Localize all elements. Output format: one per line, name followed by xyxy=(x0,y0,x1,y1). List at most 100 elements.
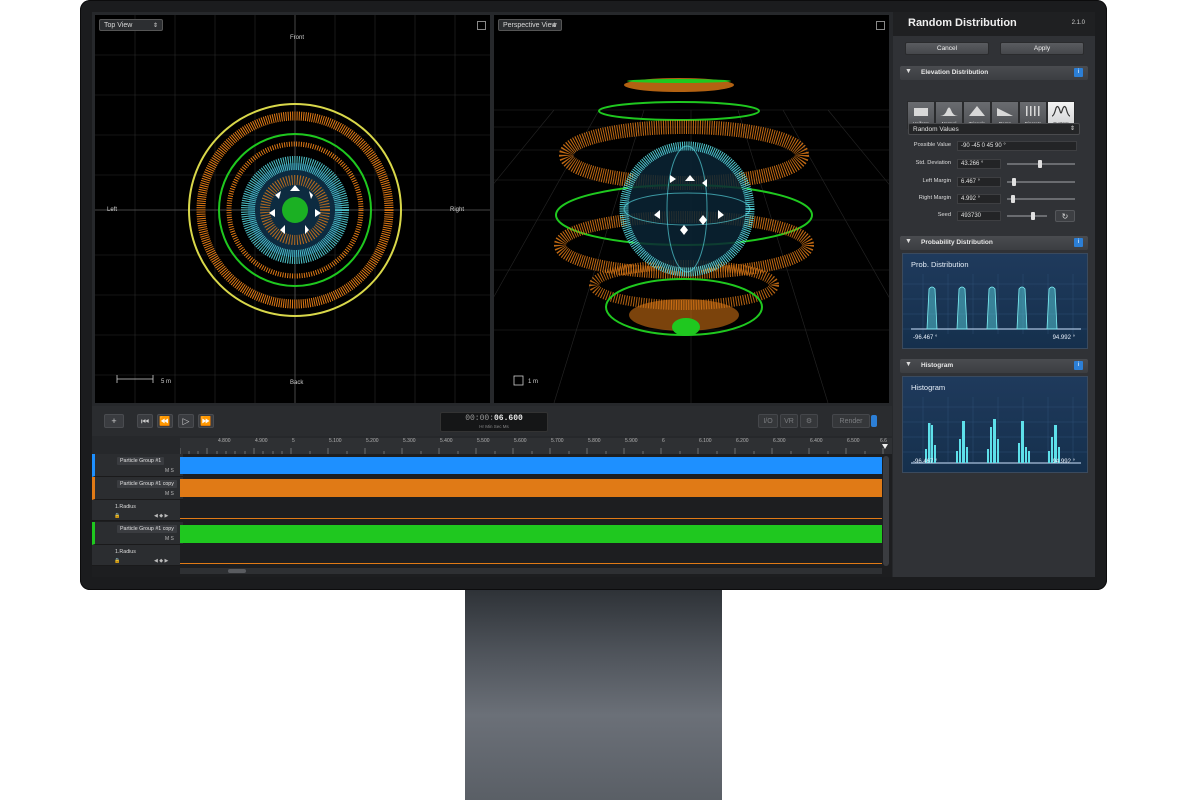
mute-solo-buttons[interactable]: M S xyxy=(165,536,174,542)
front-label: Front xyxy=(290,35,305,41)
back-label: Back xyxy=(290,380,304,386)
left-label: Left xyxy=(107,207,118,213)
ruler-label: 5.100 xyxy=(329,438,342,444)
scale-label: 1 m xyxy=(528,379,539,385)
top-viewport[interactable]: Top View ⇕ Front Back Left Right 5 m xyxy=(95,15,490,403)
horizontal-scrollbar[interactable] xyxy=(180,568,882,574)
right-label: Right xyxy=(450,207,465,213)
sub-track-name: 1.Radius xyxy=(115,504,136,510)
scroll-thumb[interactable] xyxy=(228,569,246,573)
left-margin-input[interactable]: 6.467 ° xyxy=(957,177,1001,187)
mute-solo-buttons[interactable]: M S xyxy=(165,491,174,497)
ruler-label: 5 xyxy=(292,438,295,444)
right-margin-label: Right Margin xyxy=(918,195,951,201)
track-header[interactable]: Particle Group #1 M S xyxy=(92,454,183,477)
track-clip[interactable] xyxy=(180,525,882,543)
slider-knob[interactable] xyxy=(1011,195,1015,203)
render-toggle[interactable] xyxy=(871,415,877,427)
mode-dropdown[interactable]: Random Values ⇕ xyxy=(908,123,1080,135)
track-name: Particle Group #1 copy xyxy=(117,480,177,488)
std-deviation-label: Std. Deviation xyxy=(915,160,951,166)
info-icon[interactable]: i xyxy=(1074,361,1083,370)
chart-min-label: -96.467 ° xyxy=(913,459,938,465)
section-title: Probability Distribution xyxy=(921,239,993,246)
ruler-label: 4.900 xyxy=(255,438,268,444)
elevation-section-header[interactable]: ▼ Elevation Distribution i xyxy=(900,66,1088,80)
vr-button[interactable]: VR xyxy=(780,414,798,428)
seed-slider[interactable] xyxy=(1007,215,1047,217)
slider-knob[interactable] xyxy=(1012,178,1016,186)
lock-icon[interactable]: 🔒 xyxy=(114,558,120,564)
triangle-icon xyxy=(969,106,985,116)
ruler-label: 5.900 xyxy=(625,438,638,444)
slider-knob[interactable] xyxy=(1031,212,1035,220)
collapse-icon[interactable]: ▼ xyxy=(905,238,912,245)
view-selector[interactable]: Perspective View ⇕ xyxy=(498,19,562,31)
chevron-updown-icon: ⇕ xyxy=(551,23,557,29)
track-clip[interactable] xyxy=(180,457,882,474)
track-header[interactable]: Particle Group #1 copy M S xyxy=(92,522,183,545)
top-view-scene xyxy=(95,15,490,403)
right-margin-slider[interactable] xyxy=(1007,198,1075,200)
perspective-viewport[interactable]: Perspective View ⇕ 1 m xyxy=(494,15,889,403)
sub-track-header[interactable]: 1.Radius 🔒 ◀ ◆ ▶ xyxy=(92,545,180,566)
ruler-label: 4.800 xyxy=(218,438,231,444)
probability-chart: Prob. Distribution -96.467 ° 94.992 ° xyxy=(902,253,1088,349)
settings-icon[interactable]: ⚙ xyxy=(800,414,818,428)
normal-icon xyxy=(940,107,958,116)
panel-title: Random Distribution xyxy=(908,17,1017,29)
slider-knob[interactable] xyxy=(1038,160,1042,168)
chart-max-label: 94.992 ° xyxy=(1052,459,1075,465)
fast-forward-icon[interactable]: ⏩ xyxy=(198,414,214,428)
left-margin-slider[interactable] xyxy=(1007,181,1075,183)
timeline-tracks: Particle Group #1 M S Particle Group #1 … xyxy=(92,454,892,577)
seed-label: Seed xyxy=(937,212,951,218)
track-clip[interactable] xyxy=(180,479,882,497)
probability-section-header[interactable]: ▼ Probability Distribution i xyxy=(900,236,1088,250)
skip-start-icon[interactable]: ⏮ xyxy=(137,414,153,428)
cancel-button[interactable]: Cancel xyxy=(905,42,989,55)
ruler-label: 5.300 xyxy=(403,438,416,444)
lock-icon[interactable]: 🔒 xyxy=(114,513,120,519)
keyframe-nav-icon[interactable]: ◀ ◆ ▶ xyxy=(154,558,168,564)
section-title: Elevation Distribution xyxy=(921,69,989,76)
collapse-icon[interactable]: ▼ xyxy=(905,68,912,75)
maximize-icon[interactable] xyxy=(876,21,885,30)
keyframe-nav-icon[interactable]: ◀ ◆ ▶ xyxy=(154,513,168,519)
info-icon[interactable]: i xyxy=(1074,238,1083,247)
custom-icon xyxy=(1051,105,1071,117)
mute-solo-buttons[interactable]: M S xyxy=(165,468,174,474)
ruler-label: 5.200 xyxy=(366,438,379,444)
maximize-icon[interactable] xyxy=(477,21,486,30)
playhead-icon[interactable] xyxy=(882,444,888,449)
ruler-label: 5.700 xyxy=(551,438,564,444)
refresh-seed-icon[interactable]: ↻ xyxy=(1055,210,1075,222)
histogram-chart: Histogram -96.467 ° 94.992 ° xyxy=(902,376,1088,473)
ruler-label: 6.100 xyxy=(699,438,712,444)
timeline-ruler[interactable]: 4.800 4.900 5 5.100 5.200 5.300 5.400 5.… xyxy=(180,438,892,454)
render-button[interactable]: Render xyxy=(832,414,870,428)
ruler-label: 5.600 xyxy=(514,438,527,444)
possible-value-input[interactable]: -90 -45 0 45 90 ° xyxy=(957,141,1077,151)
track-header[interactable]: Particle Group #1 copy M S xyxy=(92,477,183,500)
io-button[interactable]: I/O xyxy=(758,414,778,428)
random-distribution-panel: Random Distribution 2.1.0 Cancel Apply ▼… xyxy=(893,12,1095,577)
apply-button[interactable]: Apply xyxy=(1000,42,1084,55)
seed-input[interactable]: 493730 xyxy=(957,211,1001,221)
info-icon[interactable]: i xyxy=(1074,68,1083,77)
right-margin-input[interactable]: 4.992 ° xyxy=(957,194,1001,204)
chevron-updown-icon: ⇕ xyxy=(152,23,158,29)
histogram-section-header[interactable]: ▼ Histogram i xyxy=(900,359,1088,373)
ruler-label: 5.500 xyxy=(477,438,490,444)
collapse-icon[interactable]: ▼ xyxy=(905,361,912,368)
sub-track-header[interactable]: 1.Radius 🔒 ◀ ◆ ▶ xyxy=(92,500,180,521)
play-icon[interactable]: ▷ xyxy=(178,414,194,428)
view-selector[interactable]: Top View ⇕ xyxy=(99,19,163,31)
rewind-icon[interactable]: ⏪ xyxy=(157,414,173,428)
vertical-scrollbar[interactable] xyxy=(883,456,889,566)
std-deviation-input[interactable]: 43.266 ° xyxy=(957,159,1001,169)
ruler-label: 6.300 xyxy=(773,438,786,444)
chart-min-label: -96.467 ° xyxy=(913,335,938,341)
add-button[interactable]: + xyxy=(104,414,124,428)
track-name: Particle Group #1 xyxy=(117,457,165,465)
